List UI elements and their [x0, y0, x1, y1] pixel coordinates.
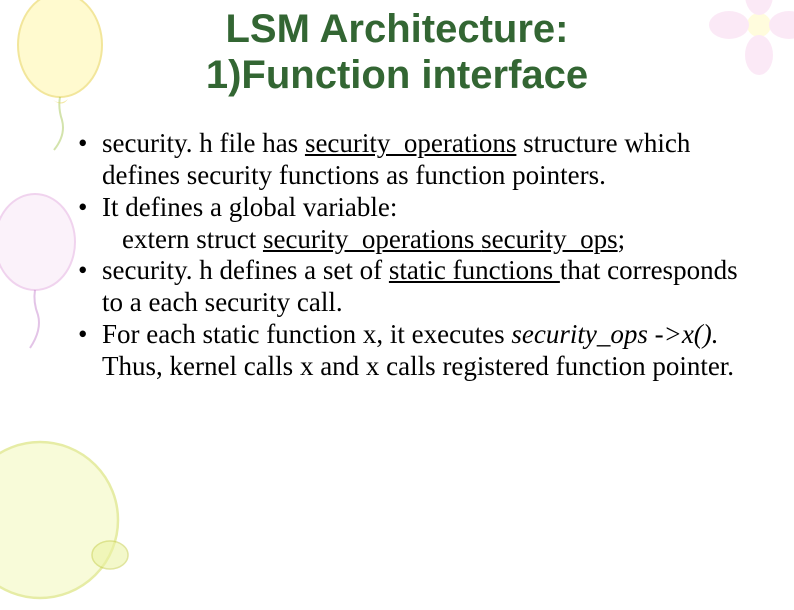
title-line-1: LSM Architecture:	[225, 7, 568, 51]
bullet-item-4: For each static function x, it executes …	[78, 319, 754, 383]
bullet-list: security. h file has security_operations…	[40, 128, 754, 383]
bullet-item-2-indent: extern struct security_operations securi…	[102, 224, 754, 256]
slide-content: LSM Architecture: 1)Function interface s…	[0, 0, 794, 383]
slide-title: LSM Architecture: 1)Function interface	[40, 6, 754, 98]
bullet-item-2: It defines a global variable: extern str…	[78, 192, 754, 256]
title-line-2: 1)Function interface	[206, 53, 588, 97]
bullet-item-3: security. h defines a set of static func…	[78, 255, 754, 319]
bullet-item-1: security. h file has security_operations…	[78, 128, 754, 192]
circle-decoration-bottom-left	[0, 410, 140, 610]
